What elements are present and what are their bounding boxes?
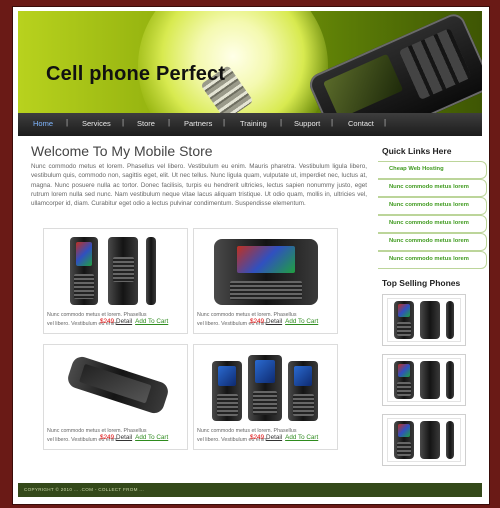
quick-link-item[interactable]: Nunc commodo metus lorem — [378, 251, 487, 269]
product-card: Nunc commodo metus et lorem. Phasellus v… — [193, 228, 338, 334]
product-image[interactable] — [204, 351, 326, 423]
quick-link-item[interactable]: Nunc commodo metus lorem — [378, 179, 487, 197]
nav-support[interactable]: Support — [294, 119, 320, 128]
quick-links-title: Quick Links Here — [382, 146, 452, 156]
quick-link-item[interactable]: Nunc commodo metus lorem — [378, 233, 487, 251]
product-detail-link[interactable]: Detail — [266, 434, 282, 441]
top-phone-thumb[interactable] — [382, 294, 466, 346]
add-to-cart-link[interactable]: Add To Cart — [285, 318, 318, 325]
page-heading: Welcome To My Mobile Store — [31, 143, 213, 159]
quick-link-item[interactable]: Nunc commodo metus lorem — [378, 197, 487, 215]
header-banner: Cell phone Perfect — [18, 11, 482, 113]
main-nav: Home | Services | Store | Partners | Tra… — [18, 113, 482, 136]
nav-services[interactable]: Services — [82, 119, 111, 128]
nav-contact[interactable]: Contact — [348, 119, 374, 128]
quick-link-item[interactable]: Nunc commodo metus lorem — [378, 215, 487, 233]
quick-link-item[interactable]: Cheap Web Hosting — [378, 161, 487, 179]
copyright-text: COPYRIGHT © 2010 ... .COM - COLLECT FROM… — [24, 487, 145, 492]
quick-link-label[interactable]: Nunc commodo metus lorem — [389, 220, 469, 226]
quick-link-label[interactable]: Nunc commodo metus lorem — [389, 202, 469, 208]
product-detail-link[interactable]: Detail — [116, 318, 132, 325]
product-price: $249 — [100, 318, 115, 325]
product-detail-link[interactable]: Detail — [116, 434, 132, 441]
product-price: $249 — [100, 434, 115, 441]
quick-link-label[interactable]: Nunc commodo metus lorem — [389, 256, 469, 262]
top-selling-title: Top Selling Phones — [382, 278, 461, 288]
quick-link-label[interactable]: Nunc commodo metus lorem — [389, 184, 469, 190]
top-phone-thumb[interactable] — [382, 414, 466, 466]
nav-training[interactable]: Training — [240, 119, 267, 128]
nav-home[interactable]: Home — [33, 119, 53, 128]
top-phone-thumb[interactable] — [382, 354, 466, 406]
intro-paragraph: Nunc commodo metus et lorem. Phasellus v… — [31, 163, 367, 208]
product-price: $249 — [250, 318, 265, 325]
nav-partners[interactable]: Partners — [184, 119, 212, 128]
site-title[interactable]: Cell phone Perfect — [46, 63, 225, 86]
product-card: Nunc commodo metus et lorem. Phasellus v… — [193, 344, 338, 450]
product-card: Nunc commodo metus et lorem. Phasellus v… — [43, 344, 188, 450]
product-image[interactable] — [204, 235, 326, 307]
product-card: Nunc commodo metus et lorem. Phasellus v… — [43, 228, 188, 334]
add-to-cart-link[interactable]: Add To Cart — [285, 434, 318, 441]
footer: COPYRIGHT © 2010 ... .COM - COLLECT FROM… — [18, 483, 482, 497]
add-to-cart-link[interactable]: Add To Cart — [135, 434, 168, 441]
quick-link-label[interactable]: Cheap Web Hosting — [389, 166, 444, 172]
quick-link-label[interactable]: Nunc commodo metus lorem — [389, 238, 469, 244]
header-phone-image — [306, 11, 482, 113]
product-detail-link[interactable]: Detail — [266, 318, 282, 325]
add-to-cart-link[interactable]: Add To Cart — [135, 318, 168, 325]
product-image[interactable] — [54, 235, 176, 307]
product-price: $249 — [250, 434, 265, 441]
nav-store[interactable]: Store — [137, 119, 155, 128]
product-image[interactable] — [54, 351, 176, 423]
